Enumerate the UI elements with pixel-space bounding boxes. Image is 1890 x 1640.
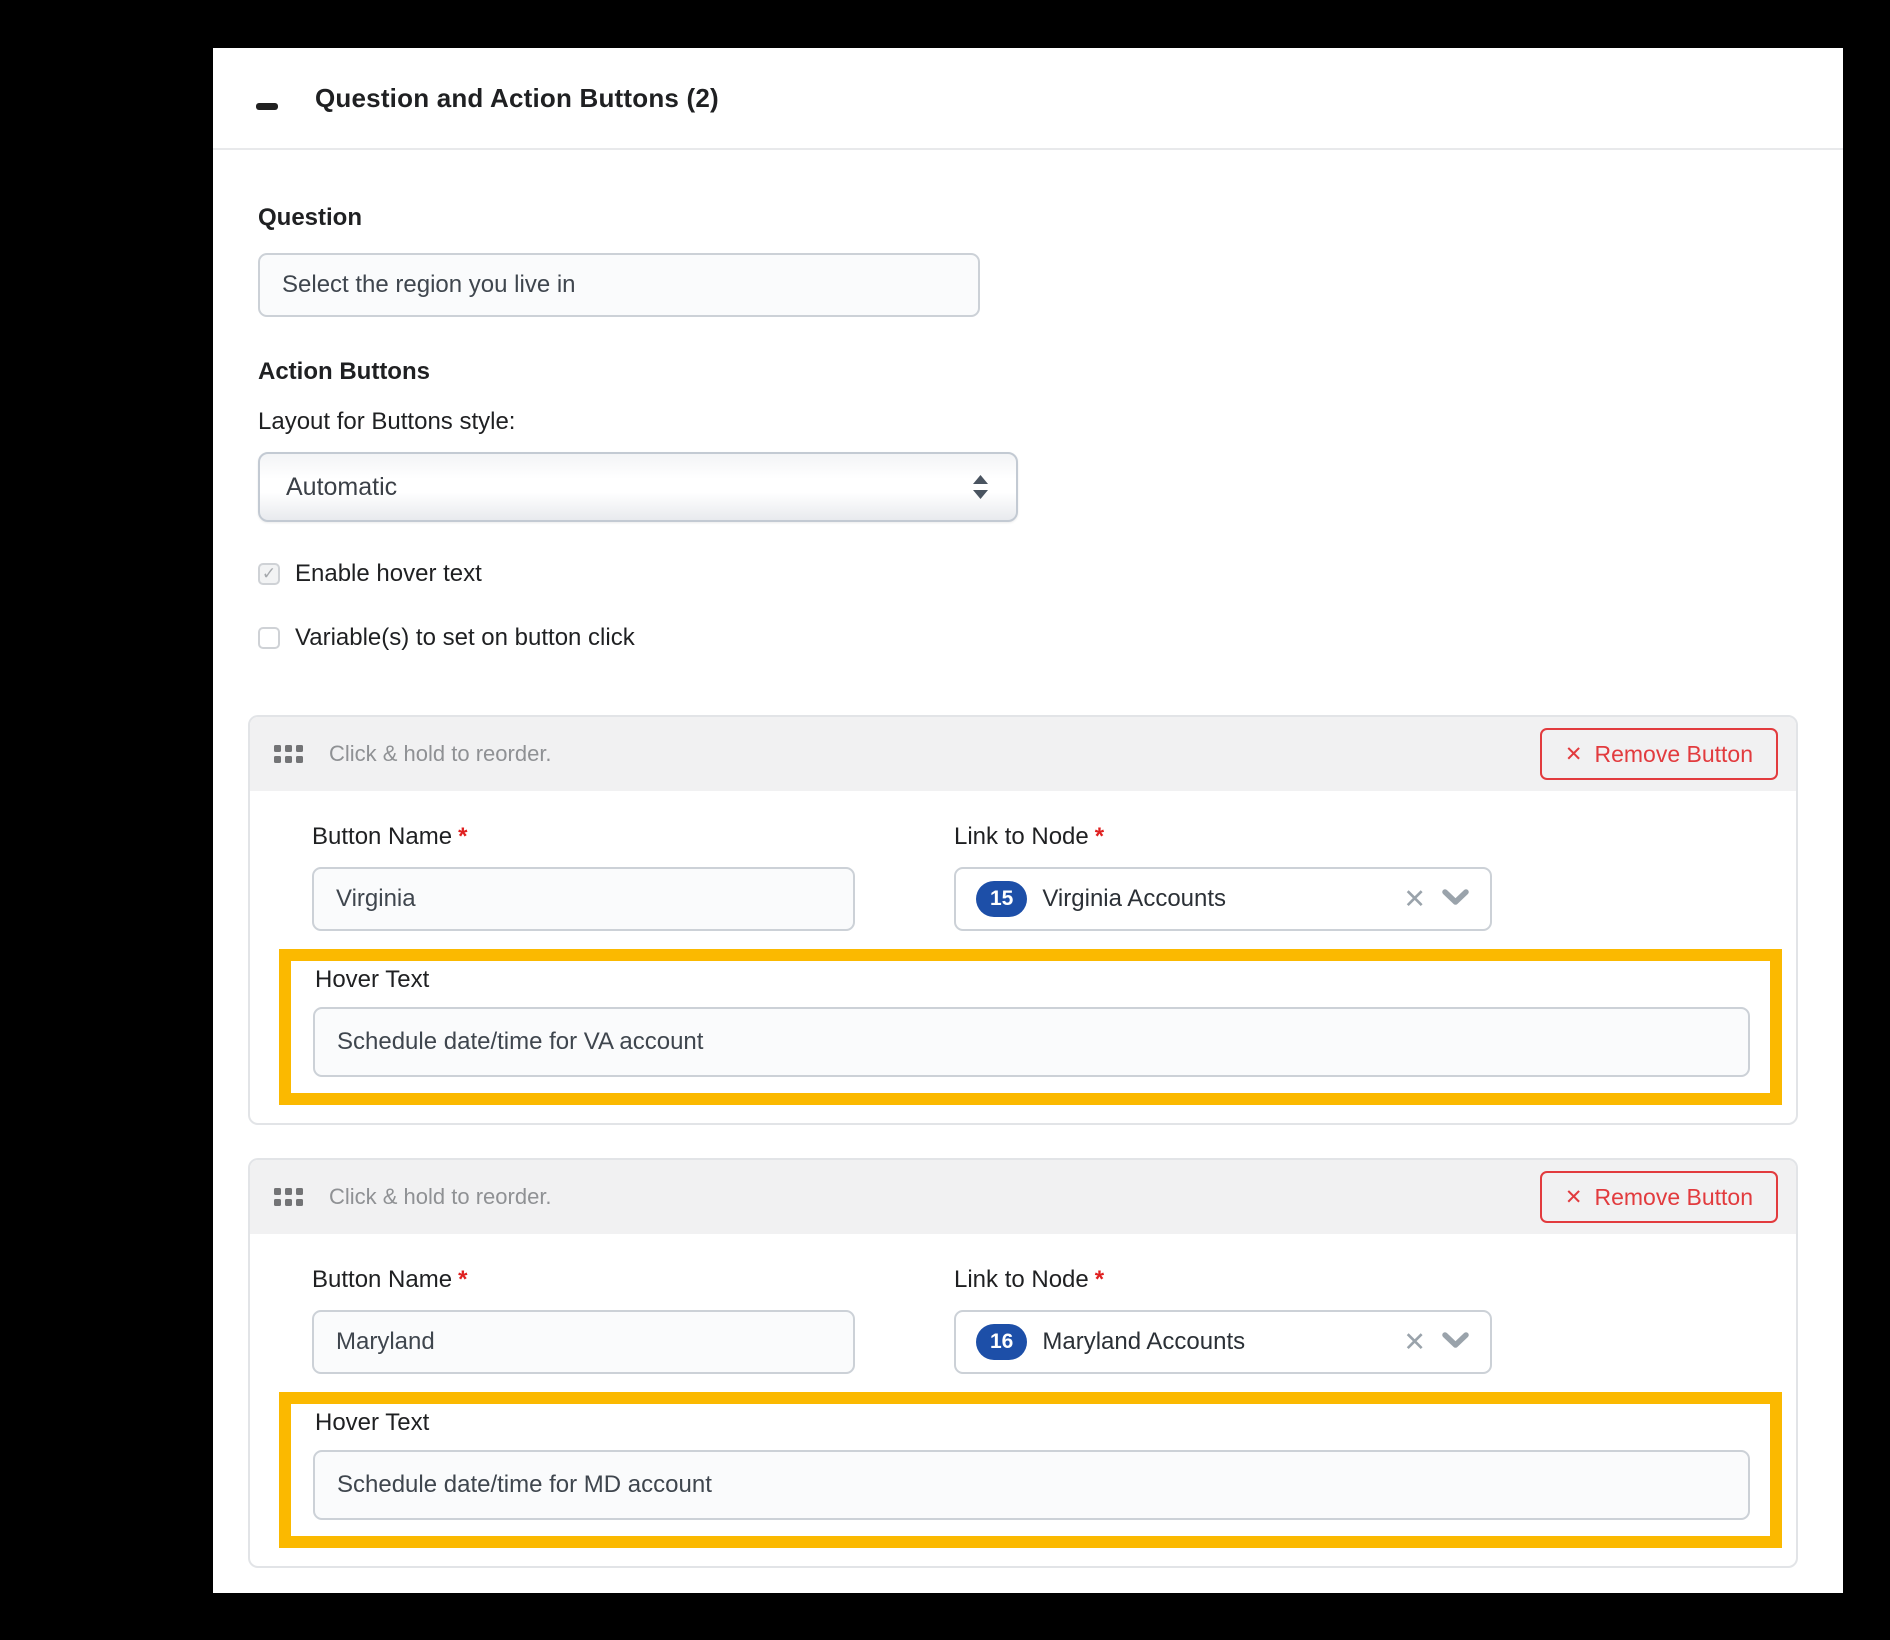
enable-hover-label: Enable hover text <box>295 560 482 588</box>
check-icon: ✓ <box>262 564 276 584</box>
link-to-node-select[interactable]: 16 Maryland Accounts ✕ <box>954 1310 1492 1374</box>
select-spinner-icon <box>971 472 990 502</box>
link-to-node-label: Link to Node* <box>954 823 1104 851</box>
drag-dot <box>296 1199 303 1206</box>
card-header: Click & hold to reorder. ✕ Remove Button <box>250 717 1796 791</box>
required-asterisk: * <box>458 1266 467 1293</box>
drag-dot <box>274 756 281 763</box>
node-id-badge: 15 <box>976 881 1027 916</box>
section-header: Question and Action Buttons (2) <box>213 48 1843 150</box>
drag-dot <box>285 745 292 752</box>
drag-dot <box>296 756 303 763</box>
clear-icon[interactable]: ✕ <box>1403 886 1426 913</box>
clear-icon[interactable]: ✕ <box>1403 1329 1426 1356</box>
layout-style-select[interactable]: Automatic <box>258 452 1018 522</box>
card-header: Click & hold to reorder. ✕ Remove Button <box>250 1160 1796 1234</box>
enable-hover-row: ✓ Enable hover text <box>258 560 482 588</box>
select-icons: ✕ <box>1403 1329 1470 1356</box>
required-asterisk: * <box>1095 823 1104 850</box>
remove-x-icon: ✕ <box>1565 1187 1583 1208</box>
page-title: Question and Action Buttons (2) <box>315 48 719 148</box>
remove-button[interactable]: ✕ Remove Button <box>1540 1171 1778 1223</box>
reorder-hint: Click & hold to reorder. <box>329 741 552 767</box>
drag-dot <box>274 745 281 752</box>
link-to-node-label: Link to Node* <box>954 1266 1104 1294</box>
required-asterisk: * <box>458 823 467 850</box>
button-name-label: Button Name* <box>312 1266 467 1294</box>
button-name-label: Button Name* <box>312 823 467 851</box>
remove-x-icon: ✕ <box>1565 744 1583 765</box>
remove-button-label: Remove Button <box>1594 741 1753 768</box>
node-name: Maryland Accounts <box>1042 1328 1245 1356</box>
drag-handle-icon[interactable] <box>274 1188 303 1206</box>
drag-dot <box>285 1199 292 1206</box>
link-to-node-select[interactable]: 15 Virginia Accounts ✕ <box>954 867 1492 931</box>
drag-dot <box>296 1188 303 1195</box>
drag-dot <box>274 1199 281 1206</box>
hover-text-input[interactable] <box>313 1007 1750 1077</box>
drag-dot <box>296 745 303 752</box>
action-buttons-label: Action Buttons <box>258 358 430 386</box>
hover-text-label: Hover Text <box>315 1409 429 1437</box>
variables-checkbox[interactable] <box>258 627 280 649</box>
button-name-input[interactable] <box>312 1310 855 1374</box>
select-icons: ✕ <box>1403 886 1470 913</box>
drag-dot <box>274 1188 281 1195</box>
question-label: Question <box>258 204 362 232</box>
drag-dot <box>285 756 292 763</box>
chevron-down-icon[interactable] <box>1441 888 1470 911</box>
enable-hover-checkbox[interactable]: ✓ <box>258 563 280 585</box>
chevron-down-icon[interactable] <box>1441 1331 1470 1354</box>
required-asterisk: * <box>1095 1266 1104 1293</box>
drag-handle-icon[interactable] <box>274 745 303 763</box>
drag-dot <box>285 1188 292 1195</box>
button-name-input[interactable] <box>312 867 855 931</box>
variables-label: Variable(s) to set on button click <box>295 624 635 652</box>
layout-style-label: Layout for Buttons style: <box>258 408 515 436</box>
node-id-badge: 16 <box>976 1324 1027 1359</box>
hover-text-label: Hover Text <box>315 966 429 994</box>
node-name: Virginia Accounts <box>1042 885 1226 913</box>
remove-button-label: Remove Button <box>1594 1184 1753 1211</box>
remove-button[interactable]: ✕ Remove Button <box>1540 728 1778 780</box>
question-input[interactable] <box>258 253 980 317</box>
collapse-icon[interactable] <box>256 90 290 114</box>
action-button-card: Click & hold to reorder. ✕ Remove Button… <box>248 1158 1798 1568</box>
variables-row: Variable(s) to set on button click <box>258 624 635 652</box>
action-button-card: Click & hold to reorder. ✕ Remove Button… <box>248 715 1798 1125</box>
minus-icon <box>256 103 278 110</box>
editor-panel: Question and Action Buttons (2) Question… <box>213 48 1843 1593</box>
hover-text-input[interactable] <box>313 1450 1750 1520</box>
reorder-hint: Click & hold to reorder. <box>329 1184 552 1210</box>
layout-style-selected-value: Automatic <box>286 473 397 502</box>
